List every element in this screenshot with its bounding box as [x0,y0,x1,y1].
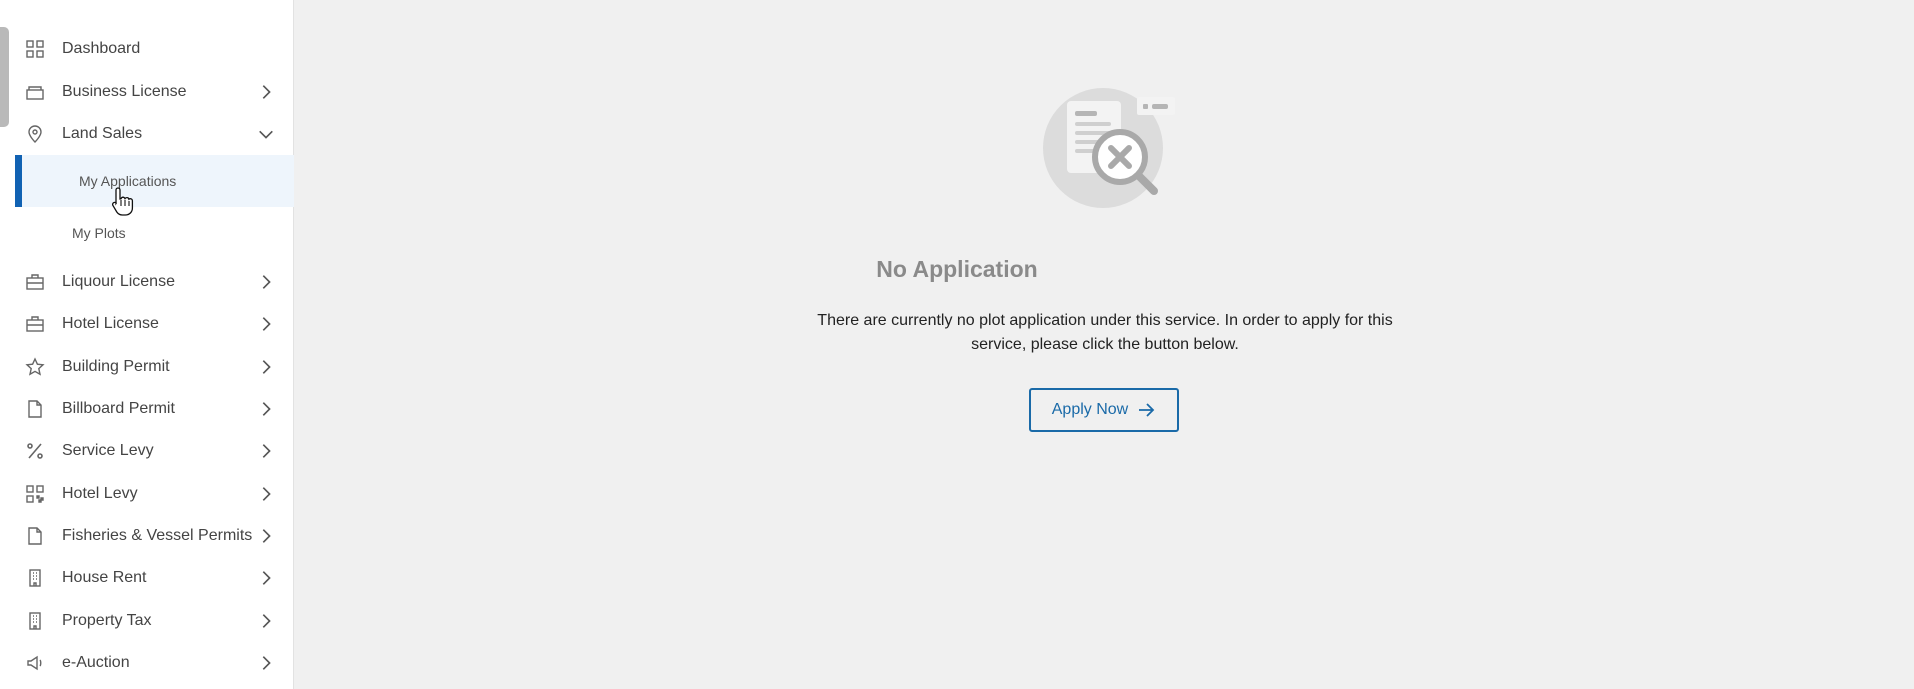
sidebar-item-property-tax[interactable]: Property Tax [0,600,294,642]
building-icon [25,568,45,588]
chevron-right-icon [256,314,276,334]
empty-state-title: No Application [876,256,1038,282]
sidebar-item-dashboard[interactable]: Dashboard [0,28,294,70]
sidebar-item-billboard-permit[interactable]: Billboard Permit [0,388,294,430]
sidebar-item-label: Dashboard [62,40,141,57]
sidebar-item-hotel-levy[interactable]: Hotel Levy [0,473,294,515]
chevron-right-icon [256,357,276,377]
briefcase-icon [25,314,45,334]
percent-icon [25,441,45,461]
chevron-right-icon [256,82,276,102]
qr-code-icon [25,484,45,504]
building-icon [25,611,45,631]
map-pin-icon [25,124,45,144]
chevron-right-icon [256,526,276,546]
sidebar-item-label: Billboard Permit [62,400,175,417]
dashboard-grid-icon [25,39,45,59]
chevron-right-icon [256,484,276,504]
apply-now-label: Apply Now [1051,401,1129,418]
sidebar-subitem-my-plots[interactable]: My Plots [15,207,294,259]
chevron-right-icon [256,441,276,461]
sidebar-item-label: Land Sales [62,125,143,142]
no-results-document-search-icon [1043,88,1175,208]
sidebar-subitem-label: My Plots [72,225,126,241]
active-indicator [15,155,22,207]
hand-pointer-cursor-icon [111,187,134,216]
megaphone-icon [25,653,45,673]
sidebar-item-label: e-Auction [62,654,130,671]
sidebar-item-label: House Rent [62,569,147,586]
sidebar-item-e-auction[interactable]: e-Auction [0,642,294,684]
sidebar-item-hotel-license[interactable]: Hotel License [0,303,294,345]
sidebar-item-fisheries-vessel-permits[interactable]: Fisheries & Vessel Permits [0,515,294,557]
empty-state-description: There are currently no plot application … [817,312,1393,353]
chevron-right-icon [256,399,276,419]
document-icon [25,399,45,419]
apply-now-button[interactable]: Apply Now [1029,388,1179,432]
sidebar-item-label: Business License [62,83,187,100]
sidebar-item-label: Hotel Levy [62,485,138,502]
chevron-down-icon [256,124,276,144]
document-icon [25,526,45,546]
sidebar-item-service-levy[interactable]: Service Levy [0,430,294,472]
sidebar-item-business-license[interactable]: Business License [0,71,294,113]
star-icon [25,357,45,377]
sidebar-item-label: Property Tax [62,612,152,629]
sidebar-item-label: Building Permit [62,358,170,375]
sidebar-item-label: Fisheries & Vessel Permits [62,527,253,544]
sidebar-item-land-sales[interactable]: Land Sales [0,113,294,155]
chevron-right-icon [256,611,276,631]
arrow-right-icon [1139,403,1155,417]
sidebar-item-building-permit[interactable]: Building Permit [0,346,294,388]
chevron-right-icon [256,568,276,588]
sidebar-item-label: Service Levy [62,442,154,459]
sidebar-subitem-my-applications[interactable]: My Applications [15,155,294,207]
briefcase-stack-icon [25,82,45,102]
sidebar-item-label: Hotel License [62,315,159,332]
sidebar-item-house-rent[interactable]: House Rent [0,557,294,599]
chevron-right-icon [256,653,276,673]
sidebar: Dashboard Business License Land Sales My… [0,0,294,689]
